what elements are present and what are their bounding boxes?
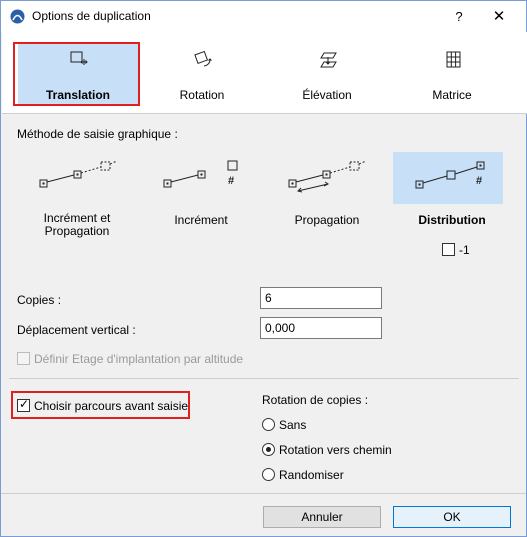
- rotation-none-label: Sans: [279, 418, 307, 432]
- floor-by-altitude-label: Définir Etage d'implantation par altitud…: [34, 352, 244, 366]
- distribution-diagram: #: [415, 161, 485, 189]
- window-title: Options de duplication: [32, 9, 151, 23]
- ok-button[interactable]: OK: [393, 506, 511, 528]
- tab-rotation[interactable]: Rotation: [142, 42, 262, 104]
- tab-rotation-label: Rotation: [179, 88, 225, 102]
- duplication-options-dialog: Options de duplication ? ✕ Translation R…: [0, 0, 527, 537]
- vertical-displacement-input[interactable]: 0,000: [260, 317, 382, 339]
- tab-elevation-label: Élévation: [302, 88, 352, 102]
- highlight-box-choose-path: [11, 391, 190, 419]
- section-divider: [9, 378, 519, 379]
- tab-elevation[interactable]: Élévation: [267, 42, 387, 104]
- increment-hash-label: #: [228, 175, 234, 187]
- propagation-diagram: [288, 160, 367, 193]
- close-button[interactable]: ✕: [481, 3, 517, 30]
- method-distribution-label: Distribution: [418, 213, 486, 227]
- copies-label: Copies :: [17, 293, 62, 307]
- copies-input[interactable]: 6: [260, 287, 382, 309]
- rotation-icon: [194, 50, 212, 67]
- rotation-to-path-radio[interactable]: [262, 443, 275, 456]
- footer-divider: [1, 493, 526, 494]
- method-propagation-label: Propagation: [294, 213, 360, 227]
- elevation-icon: [320, 52, 337, 68]
- increment-diagram: #: [163, 160, 238, 188]
- floor-by-altitude-checkbox[interactable]: [17, 352, 30, 365]
- cancel-button[interactable]: Annuler: [263, 506, 381, 528]
- increment-propagation-diagram: [39, 160, 118, 188]
- rotation-random-label: Randomiser: [279, 468, 344, 482]
- method-distribution[interactable]: #: [393, 152, 503, 204]
- method-increment-propagation-line1: Incrément et: [43, 211, 111, 225]
- minus-one-checkbox[interactable]: [442, 243, 455, 256]
- help-button[interactable]: ?: [441, 3, 477, 30]
- method-propagation[interactable]: [286, 151, 396, 243]
- rotation-random-radio[interactable]: [262, 468, 275, 481]
- distribution-hash-label: #: [476, 175, 482, 187]
- title-bar: Options de duplication ? ✕: [1, 1, 526, 32]
- method-increment-propagation-line2: Propagation: [44, 224, 110, 238]
- highlight-box-translation: [13, 42, 140, 106]
- rotation-to-path-label: Rotation vers chemin: [279, 443, 392, 457]
- matrix-icon: [446, 51, 461, 68]
- tab-matrix-label: Matrice: [432, 88, 472, 102]
- method-increment-label: Incrément: [174, 213, 228, 227]
- minus-one-label: -1: [459, 243, 470, 257]
- method-increment[interactable]: #: [161, 151, 271, 243]
- radio-selected-dot: [266, 447, 271, 452]
- rotation-none-radio[interactable]: [262, 418, 275, 431]
- archicad-app-icon: [10, 9, 25, 24]
- rotation-copies-label: Rotation de copies :: [262, 393, 369, 407]
- tab-matrix[interactable]: Matrice: [392, 42, 512, 104]
- vertical-displacement-label: Déplacement vertical :: [17, 323, 136, 337]
- method-section-label: Méthode de saisie graphique :: [17, 127, 178, 141]
